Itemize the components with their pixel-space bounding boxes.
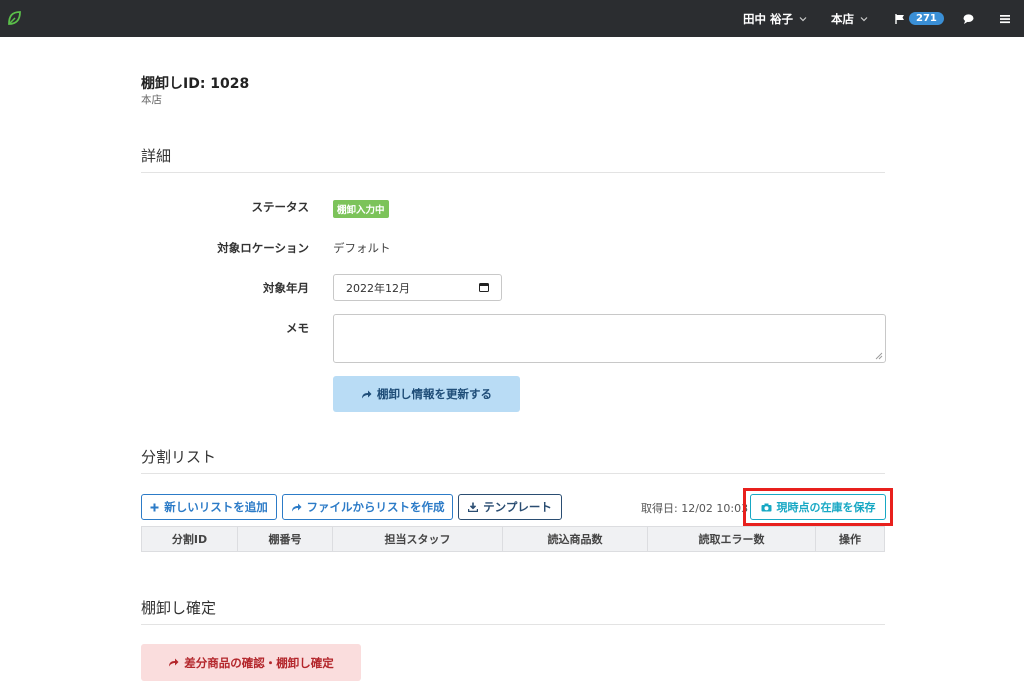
user-name: 田中 裕子 <box>743 11 794 26</box>
add-list-label: 新しいリストを追加 <box>164 500 268 514</box>
plus-icon <box>150 503 159 511</box>
confirm-section-title: 棚卸し確定 <box>141 599 217 617</box>
calendar-icon[interactable] <box>479 283 489 292</box>
update-stocktake-button[interactable]: 棚卸し情報を更新する <box>333 376 520 412</box>
template-label: テンプレート <box>483 500 552 514</box>
top-navbar: 田中 裕子 本店 271 <box>0 0 1024 37</box>
column-header-scanned-count[interactable]: 読込商品数 <box>503 527 648 551</box>
chevron-down-icon <box>799 16 807 21</box>
create-from-file-label: ファイルからリストを作成 <box>306 500 445 514</box>
add-list-button[interactable]: 新しいリストを追加 <box>141 494 277 520</box>
confirm-stocktake-button[interactable]: 差分商品の確認・棚卸し確定 <box>141 644 361 681</box>
app-logo-icon[interactable] <box>6 10 22 26</box>
create-from-file-button[interactable]: ファイルからリストを作成 <box>282 494 453 520</box>
save-current-stock-label: 現時点の在庫を保存 <box>776 501 876 514</box>
notification-count-badge: 271 <box>909 12 944 25</box>
divider <box>141 473 885 474</box>
column-header-split-id[interactable]: 分割ID <box>142 527 238 551</box>
store-menu[interactable]: 本店 <box>831 0 868 37</box>
hamburger-menu-button[interactable] <box>1000 0 1010 37</box>
chat-button[interactable] <box>963 0 974 37</box>
download-icon <box>468 502 479 512</box>
resize-grip-icon[interactable] <box>875 352 883 360</box>
share-arrow-icon <box>291 503 301 511</box>
share-arrow-icon <box>169 658 179 667</box>
memo-label: メモ <box>286 321 309 335</box>
camera-icon <box>761 503 771 511</box>
share-arrow-icon <box>362 390 372 398</box>
column-header-shelf-number[interactable]: 棚番号 <box>238 527 333 551</box>
store-name: 本店 <box>831 11 854 26</box>
divider <box>141 624 885 625</box>
column-header-staff[interactable]: 担当スタッフ <box>333 527 503 551</box>
chevron-down-icon <box>860 16 868 21</box>
update-button-label: 棚卸し情報を更新する <box>377 387 492 401</box>
split-list-table-header: 分割ID 棚番号 担当スタッフ 読込商品数 読取エラー数 操作 <box>141 526 885 552</box>
month-label: 対象年月 <box>263 281 309 295</box>
confirm-button-label: 差分商品の確認・棚卸し確定 <box>184 655 334 670</box>
save-current-stock-button[interactable]: 現時点の在庫を保存 <box>750 494 886 520</box>
status-label: ステータス <box>251 200 310 214</box>
flag-icon <box>895 13 904 24</box>
column-header-error-count[interactable]: 読取エラー数 <box>648 527 816 551</box>
user-menu[interactable]: 田中 裕子 <box>743 0 807 37</box>
split-list-section-title: 分割リスト <box>141 448 217 466</box>
status-badge: 棚卸入力中 <box>333 200 389 218</box>
month-input[interactable]: 2022年12月 <box>333 274 502 301</box>
location-label: 対象ロケーション <box>217 241 309 255</box>
chat-bubble-icon <box>963 13 974 24</box>
column-header-actions: 操作 <box>839 533 861 546</box>
fetch-date-text: 取得日: 12/02 10:03 <box>641 502 749 515</box>
details-section-title: 詳細 <box>141 147 172 165</box>
template-download-button[interactable]: テンプレート <box>458 494 562 520</box>
page-title: 棚卸しID: 1028 <box>141 76 250 92</box>
month-input-value: 2022年12月 <box>346 281 410 295</box>
menu-icon <box>1000 14 1010 23</box>
notifications-button[interactable]: 271 <box>895 0 944 37</box>
divider <box>141 172 885 173</box>
memo-textarea[interactable] <box>333 314 886 363</box>
location-value: デフォルト <box>333 241 391 255</box>
page-subtitle: 本店 <box>141 94 162 106</box>
